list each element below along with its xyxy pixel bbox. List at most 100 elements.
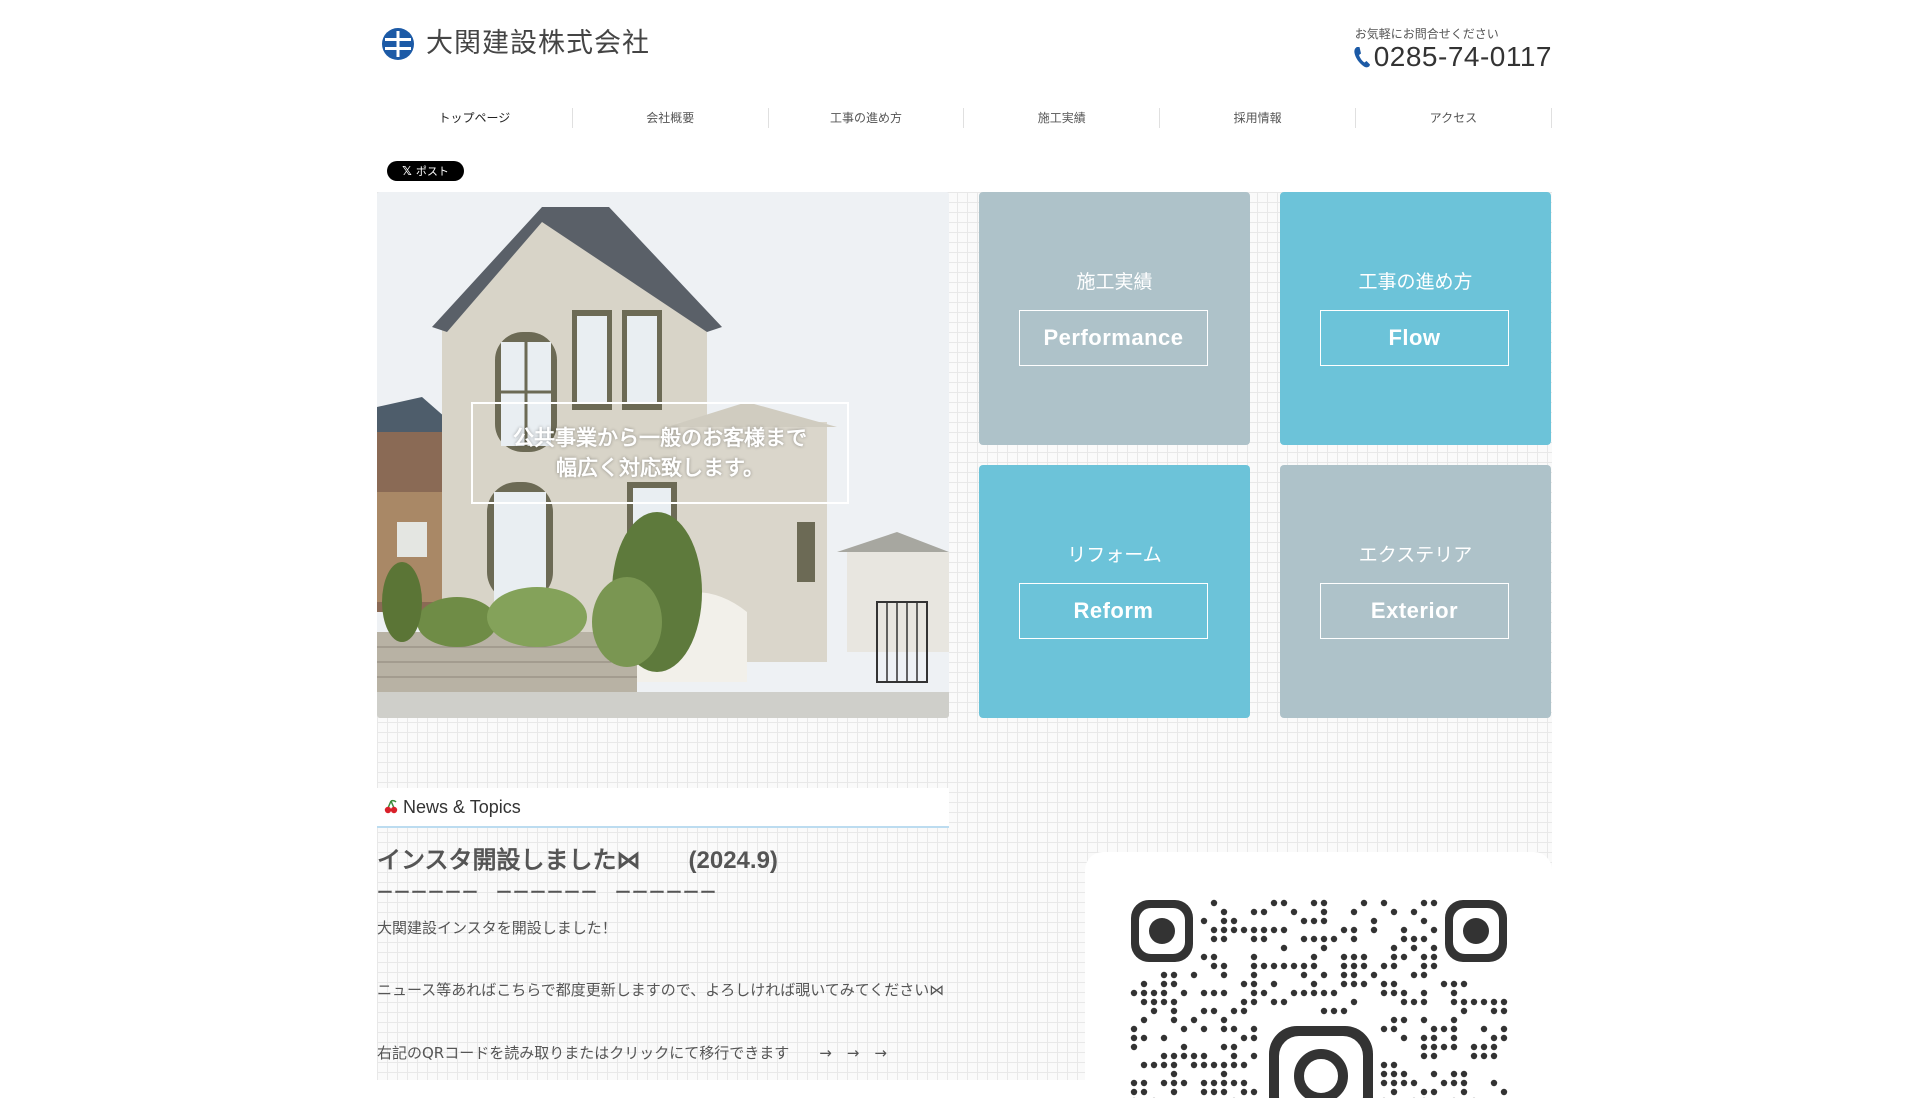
qr-dot — [1231, 1080, 1237, 1086]
qr-dot — [1161, 1053, 1167, 1059]
qr-dot — [1331, 1008, 1337, 1014]
qr-dot — [1221, 972, 1227, 978]
qr-dot — [1391, 1026, 1397, 1032]
qr-dot — [1141, 1089, 1147, 1095]
qr-dot — [1451, 999, 1457, 1005]
nav-item-works[interactable]: 施工実績 — [964, 108, 1160, 128]
qr-dot — [1451, 990, 1457, 996]
company-name: 大関建設株式会社 — [426, 27, 650, 61]
qr-dot — [1491, 1035, 1497, 1041]
qr-dot — [1171, 1053, 1177, 1059]
contact-note: お気軽にお問合せください — [1355, 27, 1552, 41]
company-logo[interactable]: 大関建設株式会社 — [381, 27, 650, 61]
qr-dot — [1351, 909, 1357, 915]
phone-row[interactable]: 0285-74-0117 — [1353, 42, 1552, 72]
qr-dot — [1211, 927, 1217, 933]
qr-dot — [1201, 918, 1207, 924]
qr-dot — [1231, 1062, 1237, 1068]
qr-dot — [1171, 1071, 1177, 1077]
qr-dot — [1311, 918, 1317, 924]
news-divider: ーーーーーー ーーーーーー ーーーーーー — [377, 884, 717, 902]
qr-dot — [1381, 1026, 1387, 1032]
tile-flow[interactable]: 工事の進め方 Flow — [1280, 192, 1551, 445]
qr-dot — [1211, 963, 1217, 969]
news-paragraph-2: ニュース等あればこちらで都度更新しますので、よろしければ覗いてみてください⋈ — [377, 980, 944, 1000]
qr-dot — [1421, 1017, 1427, 1023]
x-post-button[interactable]: 𝕏 ポスト — [387, 161, 464, 181]
qr-dot — [1141, 999, 1147, 1005]
tile-performance[interactable]: 施工実績 Performance — [979, 192, 1250, 445]
qr-dot — [1341, 927, 1347, 933]
qr-dot — [1211, 1062, 1217, 1068]
qr-dot — [1421, 1089, 1427, 1095]
qr-dot — [1491, 1080, 1497, 1086]
news-paragraph-1: 大関建設インスタを開設しました！ — [377, 918, 617, 938]
qr-dot — [1461, 1008, 1467, 1014]
qr-dot — [1151, 990, 1157, 996]
phone-number[interactable]: 0285-74-0117 — [1374, 42, 1552, 72]
nav-item-top[interactable]: トップページ — [377, 108, 573, 128]
qr-dot — [1291, 909, 1297, 915]
qr-dot — [1231, 1008, 1237, 1014]
qr-dot — [1321, 945, 1327, 951]
qr-dot — [1341, 954, 1347, 960]
qr-dot — [1391, 1062, 1397, 1068]
tile-exterior-jp: エクステリア — [1280, 543, 1551, 567]
qr-dot — [1361, 954, 1367, 960]
qr-dot — [1321, 1008, 1327, 1014]
qr-dot — [1301, 972, 1307, 978]
qr-dot — [1231, 1053, 1237, 1059]
qr-dot — [1191, 1017, 1197, 1023]
cherry-icon — [383, 799, 399, 815]
qr-dot — [1471, 1053, 1477, 1059]
qr-dot — [1231, 927, 1237, 933]
qr-dot — [1141, 1035, 1147, 1041]
qr-dot — [1401, 999, 1407, 1005]
tile-exterior[interactable]: エクステリア Exterior — [1280, 465, 1551, 718]
qr-dot — [1431, 1026, 1437, 1032]
news-heading: News & Topics — [403, 797, 521, 818]
qr-dot — [1331, 990, 1337, 996]
qr-dot — [1241, 927, 1247, 933]
qr-dot — [1401, 927, 1407, 933]
qr-dot — [1431, 1044, 1437, 1050]
qr-dot — [1491, 999, 1497, 1005]
nav-item-recruit[interactable]: 採用情報 — [1160, 108, 1356, 128]
nav-item-access[interactable]: アクセス — [1356, 108, 1552, 128]
qr-dot — [1341, 981, 1347, 987]
qr-dot — [1211, 954, 1217, 960]
qr-dot — [1251, 1053, 1257, 1059]
qr-dot — [1191, 1053, 1197, 1059]
hero-caption: 公共事業から一般のお客様まで 幅広く対応致します。 — [471, 402, 849, 504]
qr-dot — [1431, 1035, 1437, 1041]
hero-caption-line2: 幅広く対応致します。 — [473, 453, 847, 483]
hero-caption-line1: 公共事業から一般のお客様まで — [473, 423, 847, 453]
qr-dot — [1471, 1044, 1477, 1050]
qr-dot — [1251, 1026, 1257, 1032]
qr-dot — [1201, 990, 1207, 996]
qr-dot — [1351, 963, 1357, 969]
instagram-qr-code — [1129, 898, 1509, 1098]
qr-dot — [1381, 990, 1387, 996]
nav-item-company[interactable]: 会社概要 — [573, 108, 769, 128]
instagram-qr-card[interactable] — [1085, 852, 1552, 1092]
qr-dot — [1411, 909, 1417, 915]
qr-dot — [1211, 936, 1217, 942]
qr-dot — [1401, 1080, 1407, 1086]
qr-dot — [1481, 1053, 1487, 1059]
qr-dot — [1391, 954, 1397, 960]
qr-dot — [1421, 972, 1427, 978]
qr-dot — [1181, 990, 1187, 996]
qr-dot — [1311, 954, 1317, 960]
qr-dot — [1421, 963, 1427, 969]
qr-dot — [1301, 963, 1307, 969]
qr-dot — [1491, 1008, 1497, 1014]
qr-dot — [1361, 963, 1367, 969]
qr-dot — [1461, 981, 1467, 987]
qr-dot — [1221, 1017, 1227, 1023]
nav-item-flow[interactable]: 工事の進め方 — [769, 108, 965, 128]
qr-dot — [1421, 1035, 1427, 1041]
qr-dot — [1251, 972, 1257, 978]
qr-dot — [1501, 1035, 1507, 1041]
tile-reform[interactable]: リフォーム Reform — [979, 465, 1250, 718]
